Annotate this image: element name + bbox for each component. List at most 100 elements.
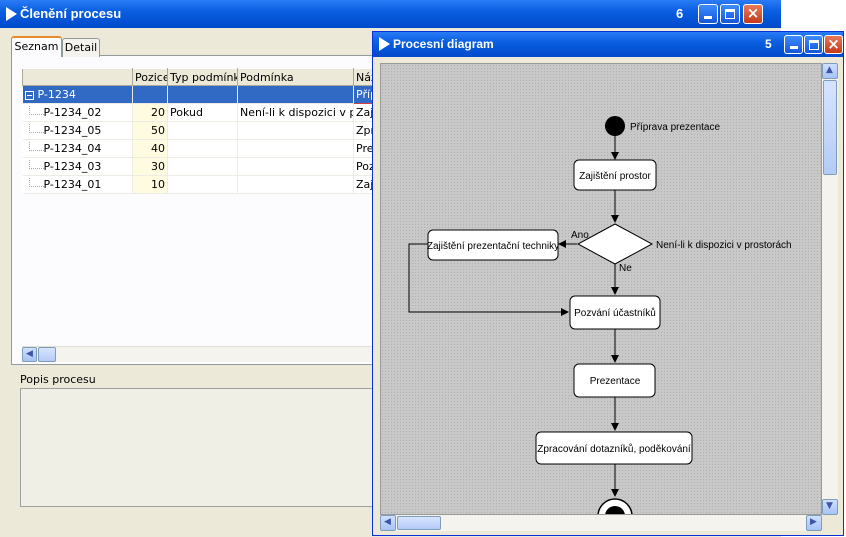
scroll-right-button[interactable]: ▶ <box>806 515 822 531</box>
arrow-right-icon: ▶ <box>810 517 817 527</box>
minimize-button[interactable] <box>784 35 803 54</box>
decision-condition-label: Není-li k dispozici v prostorách <box>656 240 792 251</box>
row-podminka[interactable] <box>237 121 354 140</box>
start-node[interactable] <box>605 116 625 136</box>
window-titlebar[interactable]: Členění procesu 6 × <box>0 0 781 28</box>
window-title: Členění procesu <box>20 6 122 21</box>
scroll-thumb[interactable] <box>38 347 56 362</box>
activity-label: Zpracování dotazníků, poděkování <box>537 443 691 455</box>
table-row[interactable]: P-1234_02 20 Pokud Není-li k dispozici v… <box>22 103 374 122</box>
decision-node[interactable] <box>576 223 654 265</box>
process-description-field[interactable] <box>20 388 373 507</box>
table-row[interactable]: P-1234_03 30 Pozv <box>22 157 374 176</box>
column-header-pozice[interactable]: Pozice <box>132 68 168 86</box>
row-typ[interactable] <box>167 157 238 176</box>
column-header-nazev[interactable]: Náz <box>353 68 374 86</box>
arrow-left-icon: ◀ <box>26 349 33 359</box>
start-label: Příprava prezentace <box>630 122 720 133</box>
tree-line-icon <box>28 106 44 115</box>
play-icon <box>379 37 390 51</box>
row-name: P-1234 <box>37 88 76 101</box>
scroll-up-button[interactable]: ▲ <box>822 63 838 79</box>
row-nazev[interactable]: Přípr <box>353 85 374 104</box>
close-button[interactable]: × <box>824 35 843 54</box>
row-typ[interactable] <box>167 121 238 140</box>
tree-line-icon <box>28 160 44 169</box>
table-row[interactable]: P-1234_05 50 Zpra <box>22 121 374 140</box>
scroll-thumb[interactable] <box>397 516 441 530</box>
diagram-canvas[interactable]: Příprava prezentace Zajištění prostor An… <box>380 63 822 515</box>
table-row[interactable]: P-1234_04 40 Prez <box>22 139 374 158</box>
tab-seznam[interactable]: Seznam <box>11 36 62 57</box>
minimize-icon <box>704 16 712 19</box>
table-row[interactable]: P-1234_01 10 Zajiš <box>22 175 374 194</box>
process-diagram-window: Procesní diagram 5 × Příprava prezentace <box>372 31 844 536</box>
row-nazev[interactable]: Zpra <box>353 121 374 140</box>
row-name: P-1234_02 <box>43 106 102 119</box>
row-typ[interactable] <box>167 85 238 104</box>
maximize-icon <box>725 9 735 19</box>
row-podminka[interactable] <box>237 139 354 158</box>
row-pozice[interactable] <box>132 85 168 104</box>
scroll-thumb[interactable] <box>823 80 837 175</box>
tree-line-icon <box>28 178 44 187</box>
window-title: Procesní diagram <box>393 37 494 51</box>
collapse-icon[interactable] <box>24 90 34 100</box>
row-podminka[interactable] <box>237 175 354 194</box>
row-name: P-1234_03 <box>43 160 102 173</box>
row-pozice[interactable]: 10 <box>132 175 168 194</box>
process-table: Pozice Typ podmínky Podmínka Náz P-1234 … <box>22 68 374 194</box>
close-icon: × <box>827 35 840 53</box>
maximize-button[interactable] <box>720 4 740 24</box>
row-nazev[interactable]: Zajiš <box>353 103 374 122</box>
tree-node-cell[interactable]: P-1234_04 <box>22 139 133 158</box>
play-icon <box>6 7 17 21</box>
tree-node-cell[interactable]: P-1234 <box>22 85 133 104</box>
row-pozice[interactable]: 20 <box>132 103 168 122</box>
tree-node-cell[interactable]: P-1234_02 <box>22 103 133 122</box>
column-header-typ-podminky[interactable]: Typ podmínky <box>167 68 238 86</box>
diagram-vertical-scrollbar[interactable]: ▲ ▼ <box>822 63 838 515</box>
close-icon: × <box>746 4 760 22</box>
minimize-icon <box>790 46 798 49</box>
scroll-left-button[interactable]: ◀ <box>22 347 37 362</box>
arrow-up-icon: ▲ <box>826 65 833 75</box>
scroll-down-button[interactable]: ▼ <box>822 499 838 515</box>
diagram-horizontal-scrollbar[interactable]: ◀ ▶ <box>380 515 822 531</box>
arrow-down-icon: ▼ <box>826 501 833 511</box>
row-name: P-1234_05 <box>43 124 102 137</box>
row-typ[interactable] <box>167 175 238 194</box>
tree-line-icon <box>28 124 44 133</box>
tree-node-cell[interactable]: P-1234_05 <box>22 121 133 140</box>
column-header[interactable] <box>22 68 133 86</box>
row-podminka[interactable] <box>237 85 354 104</box>
minimize-button[interactable] <box>698 4 718 24</box>
flow-diagram: Příprava prezentace Zajištění prostor An… <box>408 116 792 514</box>
maximize-button[interactable] <box>804 35 823 54</box>
row-podminka[interactable] <box>237 157 354 176</box>
row-name: P-1234_04 <box>43 142 102 155</box>
activity-label: Pozvání účastníků <box>574 307 656 319</box>
row-typ[interactable]: Pokud <box>167 103 238 122</box>
activity-label: Prezentace <box>590 376 641 387</box>
row-typ[interactable] <box>167 139 238 158</box>
table-row[interactable]: P-1234 Přípr <box>22 85 374 104</box>
table-horizontal-scrollbar[interactable]: ◀ <box>22 346 373 362</box>
table-header-row: Pozice Typ podmínky Podmínka Náz <box>22 68 374 86</box>
row-podminka[interactable]: Není-li k dispozici v prost <box>237 103 354 122</box>
close-button[interactable]: × <box>743 4 763 24</box>
scroll-left-button[interactable]: ◀ <box>380 515 396 531</box>
row-pozice[interactable]: 30 <box>132 157 168 176</box>
row-nazev[interactable]: Pozv <box>353 157 374 176</box>
row-pozice[interactable]: 40 <box>132 139 168 158</box>
row-pozice[interactable]: 50 <box>132 121 168 140</box>
activity-label: Zajištění prostor <box>579 171 651 182</box>
row-nazev[interactable]: Prez <box>353 139 374 158</box>
tab-detail[interactable]: Detail <box>62 38 100 57</box>
column-header-podminka[interactable]: Podmínka <box>237 68 354 86</box>
window-titlebar[interactable]: Procesní diagram 5 × <box>373 32 843 57</box>
tree-node-cell[interactable]: P-1234_03 <box>22 157 133 176</box>
window-number: 6 <box>676 6 684 21</box>
row-nazev[interactable]: Zajiš <box>353 175 374 194</box>
tree-node-cell[interactable]: P-1234_01 <box>22 175 133 194</box>
